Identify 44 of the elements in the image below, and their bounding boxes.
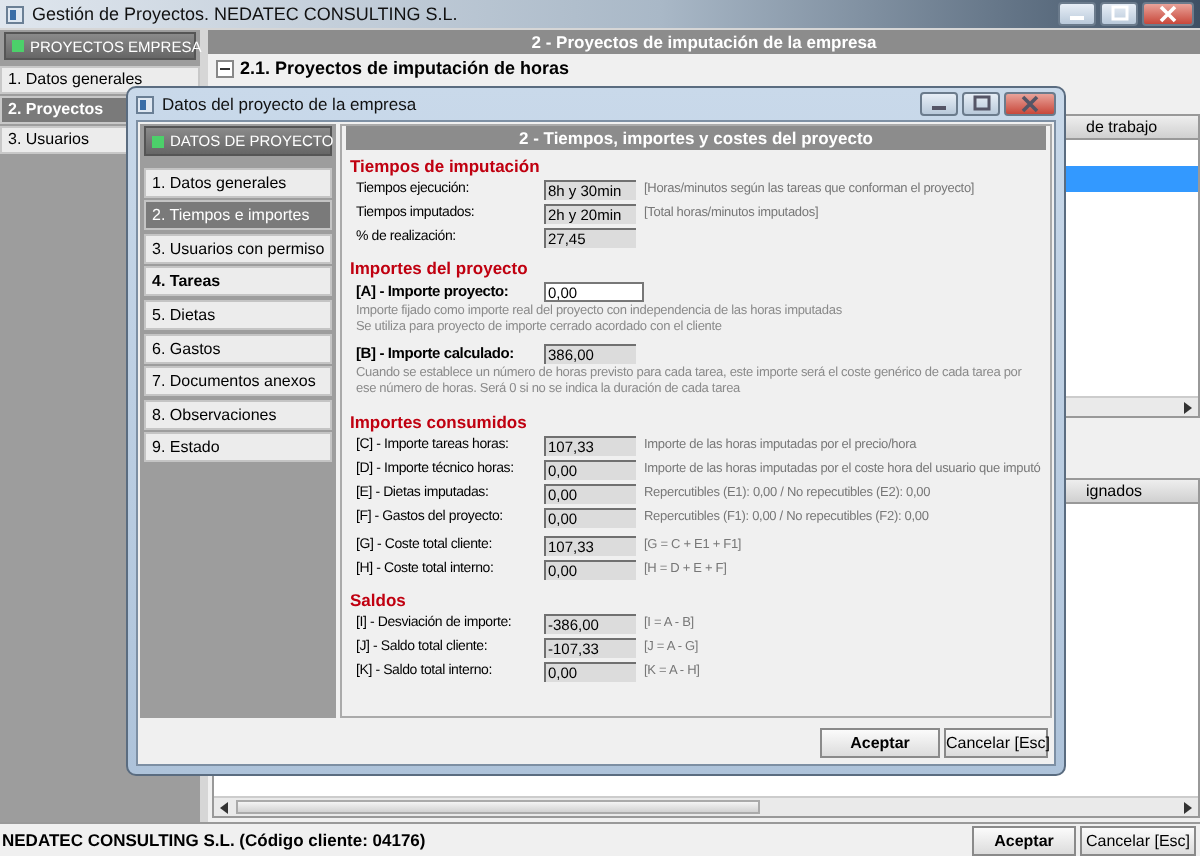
close-button[interactable] — [1004, 92, 1056, 116]
left-arrow-icon — [220, 801, 230, 813]
close-icon — [1020, 94, 1040, 114]
column-header: de trabajo — [1086, 116, 1158, 138]
nav-item[interactable]: 9. Estado — [144, 432, 332, 463]
cancel-button[interactable]: Cancelar [Esc] — [944, 727, 1048, 757]
app-icon — [6, 5, 24, 23]
nav-item[interactable]: 4. Tareas — [144, 266, 332, 297]
nav-item[interactable]: 3. Usuarios con permiso — [144, 233, 332, 264]
nav-item[interactable]: 2. Tiempos e importes — [144, 200, 332, 231]
panel-header: 2 - Tiempos, importes y costes del proyecto — [346, 126, 1046, 150]
sidebar-item[interactable]: 1. Datos generales — [0, 66, 200, 94]
square-icon — [12, 40, 24, 52]
maximize-icon — [1109, 4, 1129, 24]
scroll-thumb[interactable] — [236, 800, 760, 814]
app-icon — [136, 95, 154, 113]
accept-button[interactable]: Aceptar — [972, 825, 1076, 855]
section-title: Importes consumidos — [350, 412, 529, 434]
minimize-button[interactable] — [1058, 2, 1096, 26]
panel-header: 2 - Proyectos de imputación de la empresa — [208, 30, 1200, 54]
maximize-button[interactable] — [962, 92, 1000, 116]
nav-item[interactable]: 7. Documentos anexos — [144, 366, 332, 397]
close-icon — [1158, 4, 1178, 24]
maximize-icon — [971, 94, 991, 114]
nav-item[interactable]: 5. Dietas — [144, 299, 332, 330]
section-title: Saldos — [350, 590, 408, 612]
nav-item[interactable]: 1. Datos generales — [144, 167, 332, 198]
section-title: 2.1. Proyectos de imputación de horas — [240, 58, 570, 78]
right-arrow-icon — [1182, 401, 1192, 413]
right-arrow-icon — [1182, 801, 1192, 813]
accept-button[interactable]: Aceptar — [820, 727, 940, 757]
window-title: Gestión de Proyectos. NEDATEC CONSULTING S.L. — [32, 4, 458, 24]
maximize-button[interactable] — [1100, 2, 1138, 26]
section-title: Importes del proyecto — [350, 258, 530, 280]
close-button[interactable] — [1142, 2, 1194, 26]
nav-item[interactable]: 8. Observaciones — [144, 399, 332, 430]
square-icon — [152, 135, 164, 147]
collapse-icon[interactable] — [216, 59, 234, 77]
section-title: Tiempos de imputación — [350, 156, 542, 178]
status-text: NEDATEC CONSULTING S.L. (Código cliente: 04176) — [2, 830, 426, 850]
nav-item[interactable]: 6. Gastos — [144, 333, 332, 364]
minimize-button[interactable] — [920, 92, 958, 116]
column-header: ignados — [1086, 480, 1143, 502]
cancel-button[interactable]: Cancelar [Esc] — [1080, 825, 1196, 855]
